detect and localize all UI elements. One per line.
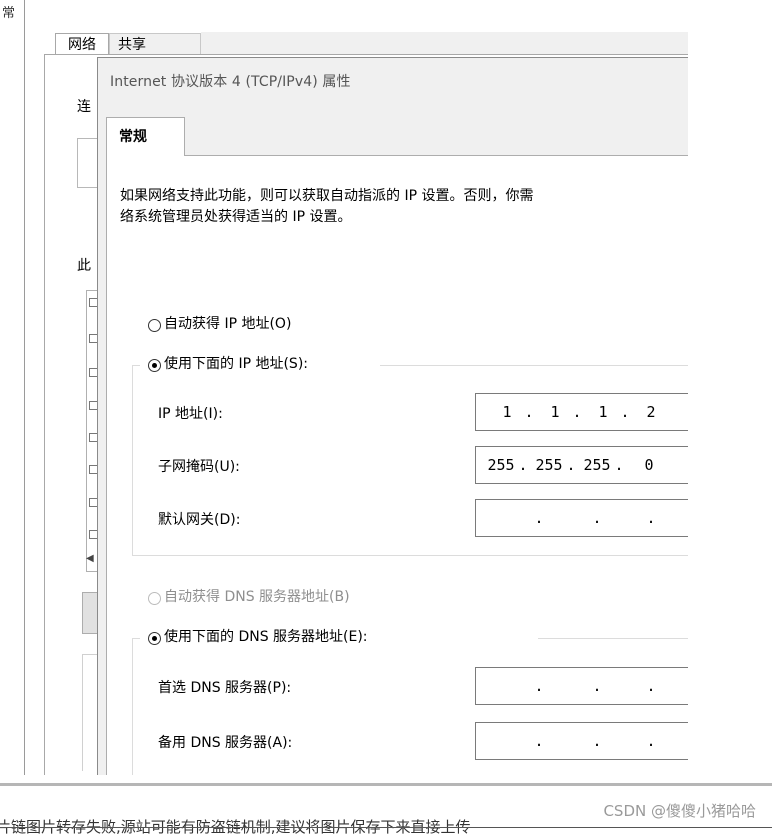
ip-auto-label[interactable]: 自动获得 IP 地址(O) xyxy=(164,313,291,333)
ip-octet: 1 xyxy=(550,403,560,421)
background-tabstrip xyxy=(201,32,688,54)
gateway-dot: . xyxy=(646,509,656,527)
background-label-fragment: 此 xyxy=(77,258,91,274)
dns-dot: . xyxy=(646,732,656,750)
description-text: 如果网络支持此功能，则可以获取自动指派的 IP 设置。否则，你需 络系统管理员处获… xyxy=(120,186,700,228)
dns-dot: . xyxy=(646,677,656,695)
description-line: 如果网络支持此功能，则可以获取自动指派的 IP 设置。否则，你需 xyxy=(120,188,534,204)
divider xyxy=(0,783,772,786)
ip-dot: . xyxy=(524,403,534,421)
dns-auto-label[interactable]: 自动获得 DNS 服务器地址(B) xyxy=(164,586,350,606)
mask-dot: . xyxy=(614,456,624,474)
window-border xyxy=(24,0,25,775)
divider xyxy=(0,827,772,828)
ip-octet: 2 xyxy=(646,403,656,421)
ip-auto-radio[interactable] xyxy=(148,319,161,332)
gateway-label: 默认网关(D): xyxy=(158,512,241,528)
ip-dot: . xyxy=(572,403,582,421)
dialog-title: Internet 协议版本 4 (TCP/IPv4) 属性 xyxy=(110,74,351,90)
alternate-dns-label: 备用 DNS 服务器(A): xyxy=(158,735,293,751)
dns-dot: . xyxy=(592,677,602,695)
dns-manual-label[interactable]: 使用下面的 DNS 服务器地址(E): xyxy=(164,626,368,646)
preferred-dns-label: 首选 DNS 服务器(P): xyxy=(158,680,292,696)
csdn-watermark: CSDN @傻傻小猪哈哈 xyxy=(603,802,756,820)
tab-share[interactable]: 共享 xyxy=(109,33,201,55)
ip-manual-radio[interactable] xyxy=(148,359,161,372)
dns-dot: . xyxy=(534,732,544,750)
ip-address-label: IP 地址(I): xyxy=(158,406,223,422)
background-title-fragment: 常 xyxy=(2,6,16,21)
dns-auto-radio[interactable] xyxy=(148,592,161,605)
description-line: 络系统管理员处获得适当的 IP 设置。 xyxy=(120,209,352,225)
mask-octet: 0 xyxy=(644,456,654,474)
mask-octet: 255 xyxy=(487,456,515,474)
scroll-left-icon[interactable]: ◀ xyxy=(86,553,94,564)
mask-dot: . xyxy=(566,456,576,474)
cropped-area xyxy=(688,0,772,775)
ip-octet: 1 xyxy=(502,403,512,421)
subnet-mask-label: 子网掩码(U): xyxy=(158,459,240,475)
dns-dot: . xyxy=(592,732,602,750)
gateway-dot: . xyxy=(534,509,544,527)
dns-manual-radio[interactable] xyxy=(148,632,161,645)
mask-octet: 255 xyxy=(583,456,611,474)
dns-dot: . xyxy=(534,677,544,695)
ip-dot: . xyxy=(620,403,630,421)
mask-dot: . xyxy=(518,456,528,474)
background-adapter-box xyxy=(77,138,98,188)
ip-octet: 1 xyxy=(598,403,608,421)
tab-general[interactable]: 常规 xyxy=(106,117,185,156)
mask-octet: 255 xyxy=(535,456,563,474)
ip-manual-label[interactable]: 使用下面的 IP 地址(S): xyxy=(164,353,308,373)
background-label-fragment: 连 xyxy=(77,99,91,115)
gateway-dot: . xyxy=(592,509,602,527)
